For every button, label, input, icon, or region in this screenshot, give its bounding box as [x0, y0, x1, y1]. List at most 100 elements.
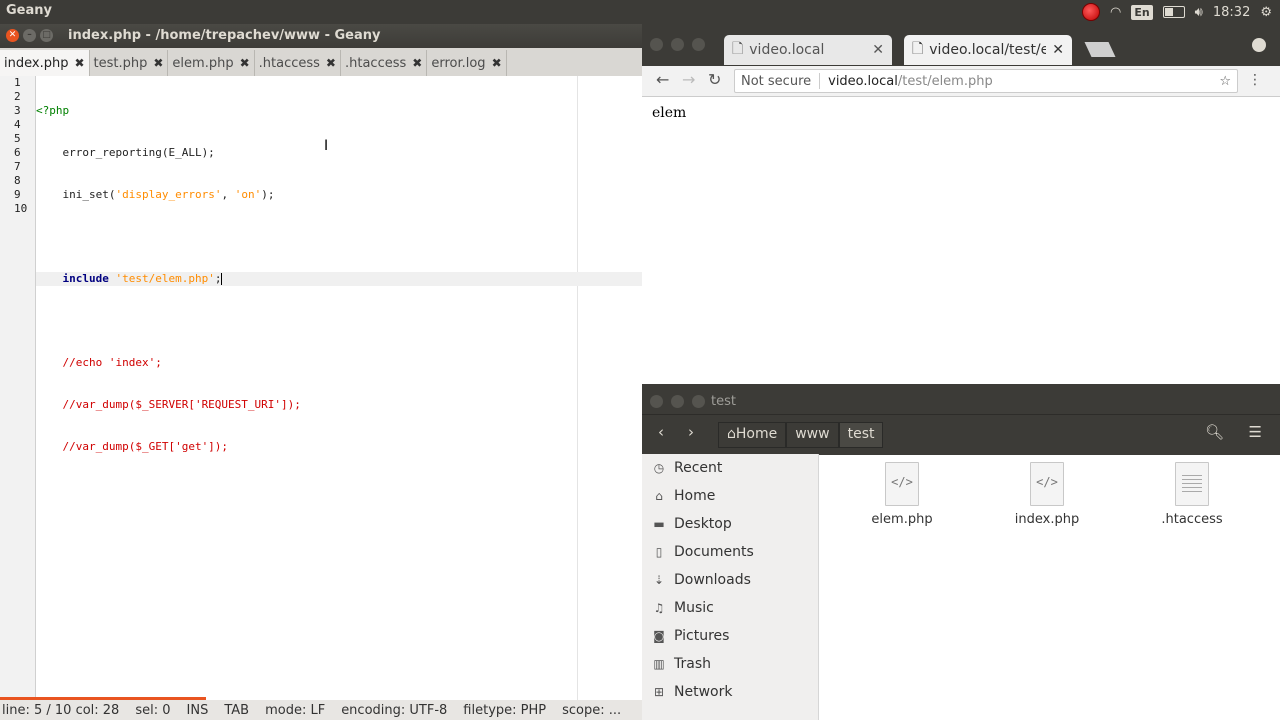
sidebar-item-downloads[interactable]: ⇣ Downloads: [642, 566, 818, 594]
reload-icon[interactable]: ↻: [708, 70, 721, 89]
sidebar-item-desktop[interactable]: ▬ Desktop: [642, 510, 818, 538]
browser-tabstrip[interactable]: 🗋︎ video.local ✕ 🗋︎ video.local/test/ele…: [642, 24, 1280, 66]
file-name: index.php: [1014, 512, 1080, 527]
minimize-window-button[interactable]: [671, 38, 684, 51]
code-line: //var_dump($_SERVER['REQUEST_URI']);: [36, 398, 642, 412]
current-code-line: include 'test/elem.php';: [36, 272, 642, 286]
gear-icon[interactable]: ⚙: [1260, 5, 1272, 20]
line-number: 9: [14, 188, 21, 201]
browser-tab-active[interactable]: 🗋︎ video.local/test/ele ✕: [904, 35, 1072, 65]
address-bar[interactable]: Not secure video.local/test/elem.php ☆: [734, 69, 1238, 93]
keyword: include: [62, 272, 109, 285]
maximize-window-button[interactable]: [692, 38, 705, 51]
file-item-htaccess[interactable]: .htaccess: [1137, 462, 1247, 527]
sidebar-item-home[interactable]: ⌂ Home: [642, 482, 818, 510]
tab-htaccess-2[interactable]: .htaccess ✖: [341, 50, 428, 76]
string-literal: 'display_errors': [115, 188, 222, 201]
files-titlebar[interactable]: test: [642, 388, 1280, 414]
minimize-window-button[interactable]: [671, 395, 684, 408]
close-tab-icon[interactable]: ✖: [153, 56, 163, 70]
tab-label: index.php: [4, 55, 69, 71]
sidebar-item-pictures[interactable]: ◙ Pictures: [642, 622, 818, 650]
close-tab-icon[interactable]: ✕: [1052, 42, 1064, 58]
new-tab-button[interactable]: [1084, 42, 1116, 57]
network-icon: ⊞: [653, 685, 665, 699]
tab-label: video.local/test/ele: [929, 42, 1047, 58]
bookmark-star-icon[interactable]: ☆: [1219, 74, 1231, 89]
list-view-icon[interactable]: ☰: [1249, 423, 1262, 441]
window-title: index.php - /home/trepachev/www - Geany: [68, 28, 381, 43]
file-item-index-php[interactable]: </> index.php: [992, 462, 1102, 527]
tab-label: elem.php: [172, 55, 234, 71]
sidebar-item-label: Recent: [674, 460, 723, 476]
geany-titlebar[interactable]: ✕ – □ index.php - /home/trepachev/www - …: [0, 24, 642, 48]
code-editor[interactable]: 1 2 3 4 5 6 7 8 9 10 <?php error_reporti…: [0, 76, 642, 706]
close-window-button[interactable]: [650, 395, 663, 408]
breadcrumb-www[interactable]: www: [786, 422, 839, 448]
line-number: 5: [14, 132, 21, 145]
file-name: elem.php: [871, 512, 933, 527]
sidebar-item-label: Music: [674, 600, 714, 616]
tab-error-log[interactable]: error.log ✖: [427, 50, 507, 76]
home-icon: ⌂: [655, 489, 663, 503]
trash-icon: ▥: [653, 657, 665, 671]
tab-index-php[interactable]: index.php ✖: [0, 50, 90, 76]
close-tab-icon[interactable]: ✖: [492, 56, 502, 70]
breadcrumb-home[interactable]: ⌂Home: [718, 422, 787, 448]
close-window-button[interactable]: ✕: [6, 29, 19, 42]
page-content: elem: [652, 105, 687, 121]
php-file-icon: </>: [885, 462, 919, 506]
filetype: filetype: PHP: [463, 702, 547, 718]
tab-test-php[interactable]: test.php ✖: [90, 50, 169, 76]
tab-htaccess[interactable]: .htaccess ✖: [255, 50, 341, 76]
keyboard-layout-indicator[interactable]: En: [1131, 4, 1153, 20]
minimize-window-button[interactable]: –: [23, 29, 36, 42]
close-tab-icon[interactable]: ✖: [412, 56, 422, 70]
close-window-button[interactable]: [650, 38, 663, 51]
search-icon[interactable]: 🔍︎: [1205, 423, 1224, 441]
wifi-icon[interactable]: ◠: [1110, 5, 1121, 20]
close-tab-icon[interactable]: ✖: [240, 56, 250, 70]
breadcrumb-test[interactable]: test: [838, 422, 884, 448]
browser-tab[interactable]: 🗋︎ video.local ✕: [724, 35, 892, 65]
files-toolbar: ‹ › ⌂Home www test 🔍︎ ☰: [642, 414, 1280, 455]
record-indicator-icon[interactable]: [1081, 3, 1100, 21]
close-tab-icon[interactable]: ✖: [74, 56, 84, 70]
download-icon: ⇣: [653, 573, 665, 587]
top-panel: Geany ◠ En 🔊︎ 18:32 ⚙: [0, 0, 1280, 24]
url-path: /test/elem.php: [897, 73, 993, 89]
maximize-window-button[interactable]: □: [40, 29, 53, 42]
battery-icon[interactable]: [1162, 6, 1185, 18]
clock[interactable]: 18:32: [1213, 5, 1250, 20]
back-icon[interactable]: ‹: [658, 423, 664, 441]
sidebar-item-label: Home: [674, 488, 716, 504]
menu-kebab-icon[interactable]: ⋮: [1248, 72, 1262, 88]
maximize-window-button[interactable]: [692, 395, 705, 408]
sidebar-item-network[interactable]: ⊞ Network: [642, 678, 818, 706]
status-bar: line: 5 / 10 col: 28 sel: 0 INS TAB mode…: [0, 700, 642, 720]
close-tab-icon[interactable]: ✕: [872, 42, 884, 58]
sidebar-item-documents[interactable]: ▯ Documents: [642, 538, 818, 566]
forward-arrow-icon[interactable]: →: [682, 70, 695, 89]
code-token: error_reporting(E_ALL);: [36, 146, 215, 159]
sidebar-item-trash[interactable]: ▥ Trash: [642, 650, 818, 678]
tab-label: error.log: [431, 55, 486, 71]
file-item-elem-php[interactable]: </> elem.php: [847, 462, 957, 527]
browser-window: 🗋︎ video.local ✕ 🗋︎ video.local/test/ele…: [642, 24, 1280, 384]
code-line: <?php: [36, 104, 642, 118]
back-arrow-icon[interactable]: ←: [656, 70, 669, 89]
forward-icon[interactable]: ›: [688, 423, 694, 441]
string-literal: 'test/elem.php': [115, 272, 215, 285]
close-tab-icon[interactable]: ✖: [326, 56, 336, 70]
sidebar-item-recent[interactable]: ◷ Recent: [642, 454, 818, 482]
code-text[interactable]: <?php error_reporting(E_ALL); ini_set('d…: [36, 76, 642, 524]
not-secure-label[interactable]: Not secure: [741, 74, 811, 89]
sidebar-item-music[interactable]: ♫ Music: [642, 594, 818, 622]
volume-icon[interactable]: 🔊︎: [1195, 5, 1203, 20]
url-host: video.local: [828, 73, 898, 89]
page-icon: 🗋︎: [912, 41, 924, 57]
profile-icon[interactable]: [1252, 38, 1266, 52]
tab-elem-php[interactable]: elem.php ✖: [168, 50, 255, 76]
selection-count: sel: 0: [135, 702, 171, 718]
